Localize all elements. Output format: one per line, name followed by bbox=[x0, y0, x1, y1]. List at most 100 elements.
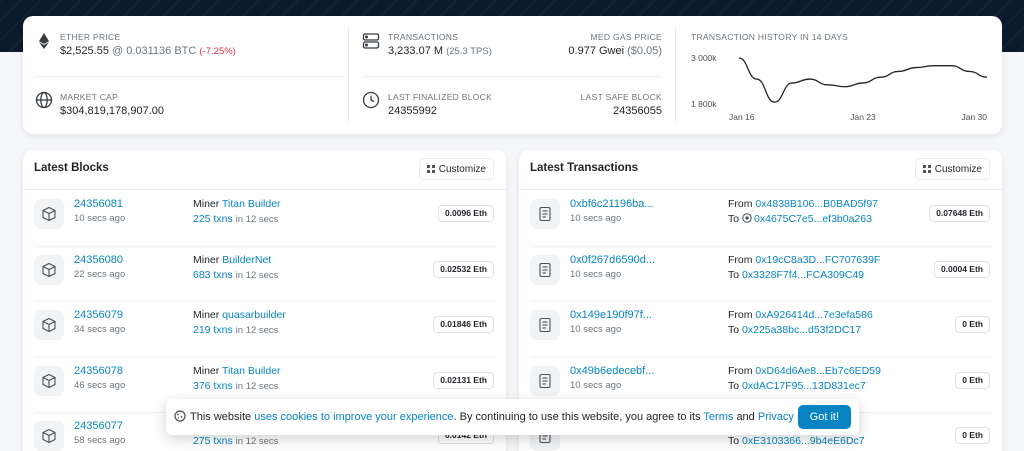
series-line bbox=[738, 57, 988, 103]
to-address-link[interactable]: 0xdAC17F95...13D831ec7 bbox=[742, 380, 866, 392]
txns-suffix: in 12 secs bbox=[235, 436, 279, 447]
block-number-link[interactable]: 24356078 bbox=[74, 365, 123, 377]
stats-card: ETHER PRICE $2,525.55 @ 0.031136 BTC (-7… bbox=[23, 16, 1002, 134]
customize-button[interactable]: Customize bbox=[419, 158, 494, 180]
gas-price-stat: MED GAS PRICE 0.977 Gwei ($0.05) bbox=[568, 32, 662, 57]
block-number-link[interactable]: 24356081 bbox=[74, 198, 123, 210]
transaction-history-chart: 3 000k 1 800k Jan 16 Jan 23 Jan 30 bbox=[691, 53, 988, 122]
block-row: 24356081 10 secs ago Miner Titan Builder 22… bbox=[23, 190, 506, 246]
safe-block-label: LAST SAFE BLOCK bbox=[580, 92, 662, 102]
miner-link[interactable]: BuilderNet bbox=[222, 254, 271, 266]
to-line: To 0x4675C7e5...ef3b0a263 bbox=[728, 213, 872, 226]
globe-icon bbox=[35, 91, 53, 109]
from-address-link[interactable]: 0x4838B106...B0BAD5f97 bbox=[755, 198, 878, 210]
txns-line: 225 txns in 12 secs bbox=[193, 213, 278, 225]
to-address-link[interactable]: 0xE3103366...9b4eE6Dc7 bbox=[742, 435, 865, 447]
latest-transactions-title: Latest Transactions bbox=[530, 162, 639, 174]
cookie-policy-link[interactable]: uses cookies to improve your experience bbox=[254, 411, 453, 423]
miner-line: Miner Titan Builder bbox=[193, 198, 281, 210]
ether-price-label: ETHER PRICE bbox=[60, 32, 121, 42]
tx-hash-link[interactable]: 0x0f267d6590d... bbox=[570, 254, 655, 266]
to-line: To 0xE3103366...9b4eE6Dc7 bbox=[728, 435, 865, 447]
txns-line: 683 txns in 12 secs bbox=[193, 269, 278, 281]
miner-prefix: Miner bbox=[193, 364, 220, 377]
chart-title: TRANSACTION HISTORY IN 14 DAYS bbox=[691, 32, 849, 42]
transactions-label: TRANSACTIONS bbox=[388, 32, 459, 42]
grid-icon bbox=[923, 165, 931, 173]
ether-price-value[interactable]: $2,525.55 bbox=[60, 45, 109, 57]
row-divider bbox=[530, 301, 991, 302]
cookie-text-start: This website bbox=[190, 411, 252, 423]
from-address-link[interactable]: 0x19cC8a3D...FC707639F bbox=[755, 254, 880, 266]
tx-hash-link[interactable]: 0x49b6edecebf... bbox=[570, 365, 654, 377]
from-address-link[interactable]: 0xD64d6Ae8...Eb7c6ED59 bbox=[755, 365, 881, 377]
panel-header: Latest Transactions Customize bbox=[519, 150, 1002, 190]
market-cap-stat: MARKET CAP $304,819,178,907.00 bbox=[60, 92, 164, 117]
receipt-icon bbox=[530, 254, 560, 285]
txns-link[interactable]: 683 txns bbox=[193, 269, 233, 281]
to-address-link[interactable]: 0x225a38bc...d53f2DC17 bbox=[742, 324, 861, 336]
safe-block-stat: LAST SAFE BLOCK 24356055 bbox=[581, 92, 662, 117]
block-number-link[interactable]: 24356079 bbox=[74, 309, 123, 321]
block-number-link[interactable]: 24356077 bbox=[74, 420, 123, 432]
tx-time: 10 secs ago bbox=[570, 379, 622, 391]
x-tick-label: Jan 30 bbox=[961, 112, 987, 122]
to-address-link[interactable]: 0x4675C7e5...ef3b0a263 bbox=[754, 213, 872, 225]
transaction-row: 0x149e190f97f... 10 secs ago From 0xA92641… bbox=[519, 301, 1002, 357]
block-number-link[interactable]: 24356080 bbox=[74, 254, 123, 266]
terms-link[interactable]: Terms bbox=[703, 411, 733, 423]
cube-icon bbox=[34, 421, 64, 451]
divider bbox=[348, 28, 349, 122]
cookie-icon bbox=[174, 409, 186, 425]
to-address-link[interactable]: 0x3328F7f4...FCA309C49 bbox=[742, 269, 864, 281]
transactions-value-line: 3,233.07 M (25.3 TPS) bbox=[388, 45, 492, 57]
miner-link[interactable]: quasarbuilder bbox=[222, 309, 286, 321]
to-prefix: To bbox=[728, 213, 740, 225]
tx-hash-link[interactable]: 0xbf6c21196ba... bbox=[570, 198, 654, 210]
customize-button[interactable]: Customize bbox=[915, 158, 990, 180]
gas-price-value[interactable]: 0.977 Gwei bbox=[568, 45, 624, 57]
tx-hash-link[interactable]: 0x149e190f97f... bbox=[570, 309, 652, 321]
finalized-block-label: LAST FINALIZED BLOCK bbox=[388, 92, 493, 102]
panel-header: Latest Blocks Customize bbox=[23, 150, 506, 190]
txns-suffix: in 12 secs bbox=[235, 269, 279, 281]
miner-link[interactable]: Titan Builder bbox=[222, 198, 281, 210]
x-tick-label: Jan 23 bbox=[850, 112, 876, 122]
txns-link[interactable]: 376 txns bbox=[193, 380, 233, 392]
ethereum-icon bbox=[35, 32, 53, 50]
from-prefix: From bbox=[728, 198, 753, 210]
to-prefix: To bbox=[728, 324, 740, 336]
cube-icon bbox=[34, 199, 64, 229]
txns-link[interactable]: 225 txns bbox=[193, 213, 233, 225]
ether-price-value-line: $2,525.55 @ 0.031136 BTC (-7.25%) bbox=[60, 45, 236, 57]
row-divider bbox=[530, 245, 991, 247]
transactions-value[interactable]: 3,233.07 M bbox=[388, 45, 443, 57]
miner-link[interactable]: Titan Builder bbox=[222, 365, 281, 377]
safe-block-value[interactable]: 24356055 bbox=[581, 105, 662, 117]
block-reward-badge: 0.02532 Eth bbox=[433, 260, 494, 278]
got-it-button[interactable]: Got it! bbox=[797, 405, 851, 429]
row-divider bbox=[34, 245, 495, 247]
finalized-block-value[interactable]: 24355992 bbox=[388, 105, 492, 117]
to-prefix: To bbox=[728, 268, 740, 281]
txns-link[interactable]: 275 txns bbox=[193, 435, 233, 447]
customize-label: Customize bbox=[438, 163, 486, 175]
txns-line: 376 txns in 12 secs bbox=[193, 380, 278, 392]
txns-link[interactable]: 219 txns bbox=[193, 324, 233, 336]
tx-value-badge: 0 Eth bbox=[955, 371, 990, 389]
to-prefix: To bbox=[728, 435, 740, 447]
tx-value-badge: 0 Eth bbox=[955, 316, 990, 333]
y-tick-label: 3 000k bbox=[691, 53, 717, 63]
miner-line: Miner BuilderNet bbox=[193, 254, 271, 266]
cookie-text: This website uses cookies to improve you… bbox=[190, 411, 829, 423]
from-address-link[interactable]: 0xA926414d...7e3efa586 bbox=[755, 309, 872, 321]
tx-value-badge: 0 Eth bbox=[955, 427, 990, 444]
to-line: To 0xdAC17F95...13D831ec7 bbox=[728, 380, 866, 392]
receipt-icon bbox=[530, 199, 560, 229]
block-time: 58 secs ago bbox=[74, 435, 126, 446]
from-line: From 0x4838B106...B0BAD5f97 bbox=[728, 198, 878, 210]
from-prefix: From bbox=[728, 364, 753, 377]
transactions-tps: (25.3 TPS) bbox=[446, 46, 492, 57]
block-time: 10 secs ago bbox=[74, 213, 126, 224]
gas-price-usd: ($0.05) bbox=[627, 45, 662, 57]
